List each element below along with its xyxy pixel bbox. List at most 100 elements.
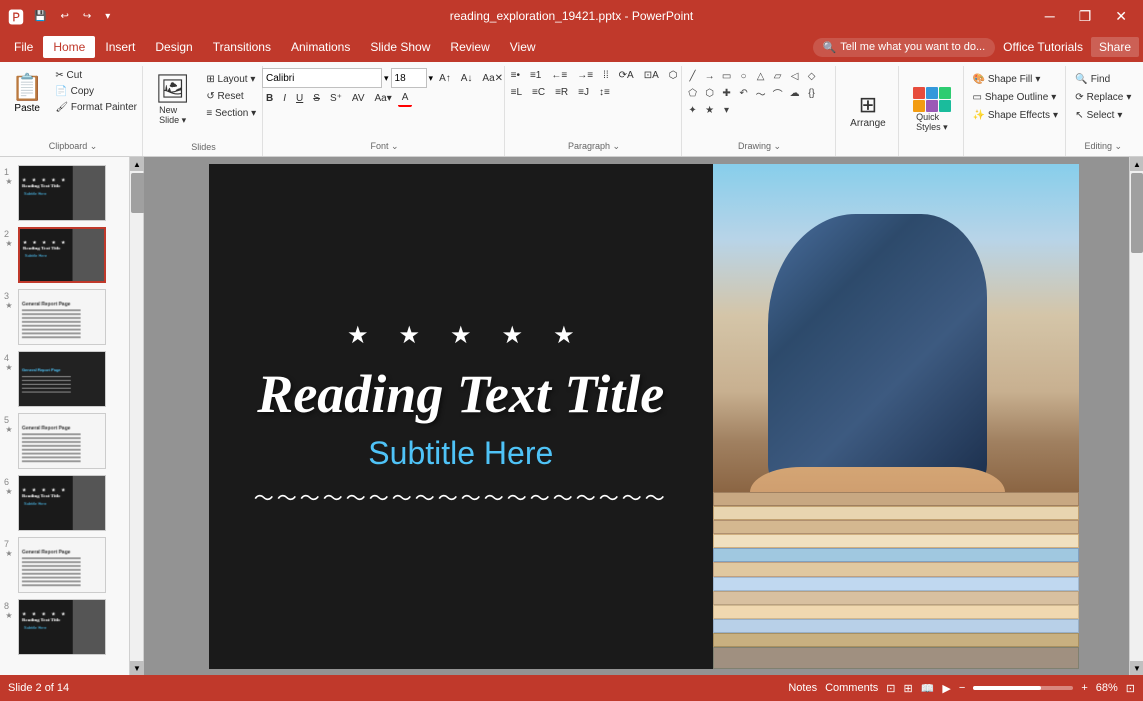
align-left-button[interactable]: ≡L [507, 85, 526, 100]
find-button[interactable]: 🔍 Find [1071, 72, 1135, 87]
slide-thumbnail-3[interactable]: 3 ★ [4, 289, 125, 345]
slide-sorter-button[interactable]: ⊞ [903, 682, 912, 695]
thumb-img-6[interactable] [18, 475, 106, 531]
slide-subtitle[interactable]: Subtitle Here [368, 435, 553, 472]
hexagon-shape[interactable]: ⬡ [702, 85, 718, 101]
increase-indent-button[interactable]: →≡ [573, 68, 597, 83]
restore-button[interactable]: ❐ [1071, 6, 1100, 27]
change-case-button[interactable]: Aa▾ [371, 91, 396, 106]
font-name-input[interactable] [262, 68, 382, 88]
menu-insert[interactable]: Insert [95, 36, 145, 58]
decrease-font-button[interactable]: A↓ [457, 71, 477, 86]
reading-view-button[interactable]: 📖 [921, 682, 935, 695]
slide-title[interactable]: Reading Text Title [257, 365, 664, 424]
menu-slideshow[interactable]: Slide Show [360, 36, 440, 58]
font-size-arrow[interactable]: ▾ [429, 73, 434, 84]
thumb-img-1[interactable] [18, 165, 106, 221]
zoom-level[interactable]: 68% [1096, 682, 1118, 694]
normal-view-button[interactable]: ⊡ [886, 682, 895, 695]
oval-shape[interactable]: ○ [736, 68, 752, 84]
slide-thumbnail-1[interactable]: 1 ★ [4, 165, 125, 221]
minimize-button[interactable]: ─ [1037, 6, 1063, 26]
font-size-input[interactable] [391, 68, 427, 88]
thumb-img-5[interactable] [18, 413, 106, 469]
underline-button[interactable]: U [292, 91, 307, 106]
main-scroll-down[interactable]: ▼ [1130, 661, 1143, 675]
undo-qat-button[interactable]: ↩ [56, 9, 72, 24]
star4-shape[interactable]: ✦ [685, 102, 701, 118]
customize-qat-button[interactable]: ▾ [101, 9, 114, 24]
increase-font-button[interactable]: A↑ [435, 71, 455, 86]
align-text-button[interactable]: ⊡A [640, 68, 663, 83]
replace-button[interactable]: ⟳ Replace ▾ [1071, 90, 1135, 105]
thumb-img-4[interactable] [18, 351, 106, 407]
main-scroll-thumb[interactable] [1131, 173, 1143, 253]
office-tutorials-link[interactable]: Office Tutorials [1003, 40, 1083, 54]
slide-canvas[interactable]: ★ ★ ★ ★ ★ Reading Text Title Subtitle He… [209, 164, 1079, 669]
slide-thumbnails-panel[interactable]: 1 ★ 2 ★ 3 ★ [0, 157, 130, 675]
thumb-scrollbar[interactable]: ▲ ▼ [130, 157, 144, 675]
cut-button[interactable]: ✂ Cut [51, 68, 141, 83]
main-scroll-up[interactable]: ▲ [1130, 157, 1143, 171]
thumb-img-7[interactable] [18, 537, 106, 593]
swoosh-shape[interactable]: 〜 [753, 85, 769, 101]
columns-button[interactable]: ⁞⁞ [599, 68, 613, 83]
align-center-button[interactable]: ≡C [528, 85, 549, 100]
menu-file[interactable]: File [4, 36, 43, 58]
section-button[interactable]: ≡ Section ▾ [202, 106, 260, 121]
diamond-shape[interactable]: ◇ [804, 68, 820, 84]
share-button[interactable]: Share [1091, 37, 1139, 57]
pentagon-shape[interactable]: ⬠ [685, 85, 701, 101]
new-slide-button[interactable]: 🖼 NewSlide ▾ [147, 68, 199, 130]
italic-button[interactable]: I [279, 91, 290, 106]
slide-thumbnail-6[interactable]: 6 ★ [4, 475, 125, 531]
copy-button[interactable]: 📄 Copy [51, 84, 141, 99]
thumb-scroll-down[interactable]: ▼ [130, 661, 144, 675]
comments-button[interactable]: Comments [825, 682, 878, 694]
align-right-button[interactable]: ≡R [551, 85, 572, 100]
bullets-button[interactable]: ≡• [507, 68, 524, 83]
select-button[interactable]: ↖ Select ▾ [1071, 108, 1135, 123]
rect-shape[interactable]: ▭ [719, 68, 735, 84]
justify-button[interactable]: ≡J [574, 85, 593, 100]
triangle-shape[interactable]: △ [753, 68, 769, 84]
fit-window-button[interactable]: ⊡ [1126, 682, 1135, 695]
parallelogram-shape[interactable]: ▱ [770, 68, 786, 84]
reset-button[interactable]: ↺ Reset [202, 89, 260, 104]
line-spacing-button[interactable]: ↕≡ [595, 85, 614, 100]
notes-button[interactable]: Notes [788, 682, 817, 694]
shape-fill-button[interactable]: 🎨 Shape Fill ▾ [968, 72, 1062, 87]
bend-shape[interactable]: ⌒ [770, 85, 786, 101]
menu-animations[interactable]: Animations [281, 36, 360, 58]
thumb-scroll-up[interactable]: ▲ [130, 157, 144, 171]
slide-thumbnail-7[interactable]: 7 ★ [4, 537, 125, 593]
shape-outline-button[interactable]: ▭ Shape Outline ▾ [968, 90, 1062, 105]
star5-shape[interactable]: ★ [702, 102, 718, 118]
shadow-button[interactable]: S⁺ [326, 91, 346, 106]
font-name-arrow[interactable]: ▾ [384, 73, 389, 84]
rtriangle-shape[interactable]: ◁ [787, 68, 803, 84]
thumb-img-8[interactable] [18, 599, 106, 655]
arrow-shape[interactable]: → [702, 68, 718, 84]
thumb-img-2[interactable] [18, 227, 106, 283]
zoom-in-button[interactable]: + [1081, 682, 1087, 694]
slideshow-button[interactable]: ▶ [942, 682, 950, 695]
bracket-shape[interactable]: {} [804, 85, 820, 101]
font-color-button[interactable]: A [398, 90, 413, 107]
thumb-img-3[interactable] [18, 289, 106, 345]
clear-format-button[interactable]: Aa✕ [478, 71, 507, 86]
format-painter-button[interactable]: 🖌 Format Painter [51, 100, 141, 115]
zoom-slider[interactable] [973, 686, 1073, 690]
arrange-button[interactable]: ⊞ Arrange [842, 88, 894, 133]
bold-button[interactable]: B [262, 91, 277, 106]
menu-transitions[interactable]: Transitions [203, 36, 281, 58]
slide-thumbnail-4[interactable]: 4 ★ [4, 351, 125, 407]
slide-thumbnail-2[interactable]: 2 ★ [4, 227, 125, 283]
numbering-button[interactable]: ≡1 [526, 68, 545, 83]
decrease-indent-button[interactable]: ←≡ [547, 68, 571, 83]
more-shapes[interactable]: ▾ [719, 102, 735, 118]
line-shape[interactable]: ╱ [685, 68, 701, 84]
text-dir-button[interactable]: ⟳A [615, 68, 638, 83]
cloud-shape[interactable]: ☁ [787, 85, 803, 101]
main-scrollbar[interactable]: ▲ ▼ [1129, 157, 1143, 675]
